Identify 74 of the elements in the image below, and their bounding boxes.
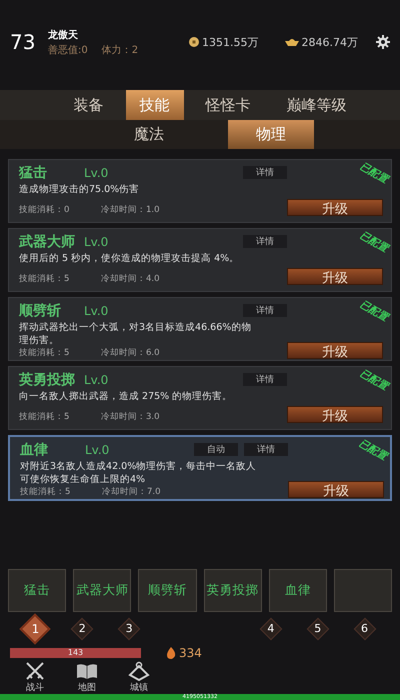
upgrade-button[interactable]: 升级	[287, 406, 383, 423]
ingot-amount: 2846.74万	[302, 34, 358, 50]
ingot-icon	[284, 38, 298, 46]
book-icon	[76, 661, 98, 682]
skill-slot[interactable]: 顺劈斩	[138, 568, 197, 612]
skill-slot[interactable]: 武器大师	[73, 568, 132, 612]
skill-card[interactable]: 英勇投掷 Lv.0 详情 向一名敌人掷出武器，造成 275% 的物理伤害。 技能消耗：5 冷却时间：3.0 升级 已配置	[8, 366, 392, 430]
skill-slot[interactable]: 猛击	[8, 568, 66, 612]
skill-level: Lv.0	[84, 304, 108, 318]
category-tab[interactable]: 怪怪卡	[192, 90, 264, 120]
skill-level: Lv.0	[84, 234, 108, 249]
auto-button[interactable]: 自动	[194, 443, 238, 456]
skill-description: 向一名敌人掷出武器，造成 275% 的物理伤害。	[19, 390, 234, 404]
player-level: 73	[10, 30, 36, 54]
upgrade-button[interactable]: 升级	[287, 268, 383, 285]
upgrade-button[interactable]: 升级	[287, 342, 383, 359]
town-icon	[128, 661, 150, 682]
category-tab[interactable]: 巅峰等级	[272, 90, 360, 120]
karma-value: 善恶值:0	[48, 44, 88, 57]
nav-tab[interactable]: 战斗	[24, 661, 46, 694]
skill-name: 英勇投掷	[19, 370, 76, 389]
details-button[interactable]: 详情	[243, 166, 287, 180]
skill-level: Lv.0	[85, 442, 110, 457]
skill-name: 猛击	[19, 164, 48, 182]
upgrade-button[interactable]: 升级	[288, 480, 384, 498]
skill-description: 造成物理攻击的75.0%伤害	[19, 182, 140, 197]
skill-cooldown: 冷却时间：6.0	[101, 346, 160, 359]
crossed-swords-icon	[24, 661, 46, 682]
skill-name: 武器大师	[19, 232, 76, 251]
equipped-label: 已配置	[358, 160, 390, 186]
skill-description: 使用后的 5 秒内，使你造成的物理攻击提高 4%。	[19, 252, 240, 266]
skill-cooldown: 冷却时间：7.0	[102, 486, 161, 498]
skill-cost: 技能消耗：5	[19, 346, 70, 359]
details-button[interactable]: 详情	[243, 373, 287, 386]
category-tab[interactable]: 装备	[60, 90, 118, 120]
skill-name: 血律	[20, 440, 49, 459]
skill-cost: 技能消耗：5	[19, 272, 70, 285]
skill-cooldown: 冷却时间：3.0	[101, 410, 160, 423]
details-button[interactable]: 详情	[243, 235, 287, 248]
coin-amount: 1351.55万	[202, 34, 258, 50]
skill-slot[interactable]: 英勇投掷	[204, 568, 262, 612]
skill-cost: 技能消耗：5	[20, 486, 72, 498]
skill-card[interactable]: 武器大师 Lv.0 详情 使用后的 5 秒内，使你造成的物理攻击提高 4%。 技能消耗：5 冷却时间：4.0 升级 已配置	[8, 228, 392, 292]
flame-icon	[166, 647, 176, 660]
coin-icon	[189, 37, 199, 48]
health-bar: 143	[10, 648, 141, 658]
skill-card[interactable]: 顺劈斩 Lv.0 详情 挥动武器抡出一个大弧，对3名目标造成46.66%的物理伤害。 技能消耗：5 冷却时间：6.0 升级 已配置	[8, 296, 392, 361]
nav-tab[interactable]: 城镇	[128, 661, 150, 694]
nav-tab[interactable]: 地图	[76, 661, 98, 694]
player-name: 龙傲天	[48, 28, 79, 42]
equipped-label: 已配置	[356, 436, 390, 464]
skill-cost: 技能消耗：0	[19, 204, 70, 216]
stamina-value: 体力：2	[102, 44, 138, 57]
settings-icon[interactable]	[376, 35, 390, 50]
power-value: 334	[179, 646, 202, 660]
skill-type-tab[interactable]: 物理	[228, 120, 314, 149]
skill-level: Lv.0	[84, 166, 108, 180]
details-button[interactable]: 详情	[243, 304, 287, 318]
skill-level: Lv.0	[84, 372, 108, 387]
skill-card[interactable]: 血律 Lv.0 自动 详情 对附近3名敌人造成42.0%物理伤害，每击中一名敌人可使你恢复生命值上限的4% 技能消耗：5 冷却时间：7.0 升级 已配置	[8, 434, 392, 501]
details-button[interactable]: 详情	[244, 443, 288, 456]
skill-description: 对附近3名敌人造成42.0%物理伤害，每击中一名敌人可使你恢复生命值上限的4%	[20, 460, 258, 486]
skill-cooldown: 冷却时间：4.0	[101, 272, 160, 285]
equipped-label: 已配置	[358, 366, 390, 394]
skill-name: 顺劈斩	[19, 302, 62, 320]
skill-cost: 技能消耗：5	[19, 410, 70, 423]
skill-type-tab[interactable]: 魔法	[106, 120, 192, 149]
equipped-label: 已配置	[358, 298, 390, 324]
equipped-label: 已配置	[358, 228, 390, 256]
skill-slot[interactable]: 血律	[268, 568, 327, 612]
skill-description: 挥动武器抡出一个大弧，对3名目标造成46.66%的物理伤害。	[19, 320, 252, 347]
skill-cooldown: 冷却时间：1.0	[101, 204, 160, 216]
upgrade-button[interactable]: 升级	[287, 198, 383, 216]
skill-card[interactable]: 猛击 Lv.0 详情 造成物理攻击的75.0%伤害 技能消耗：0 冷却时间：1.0 升级 已配置	[8, 158, 392, 223]
